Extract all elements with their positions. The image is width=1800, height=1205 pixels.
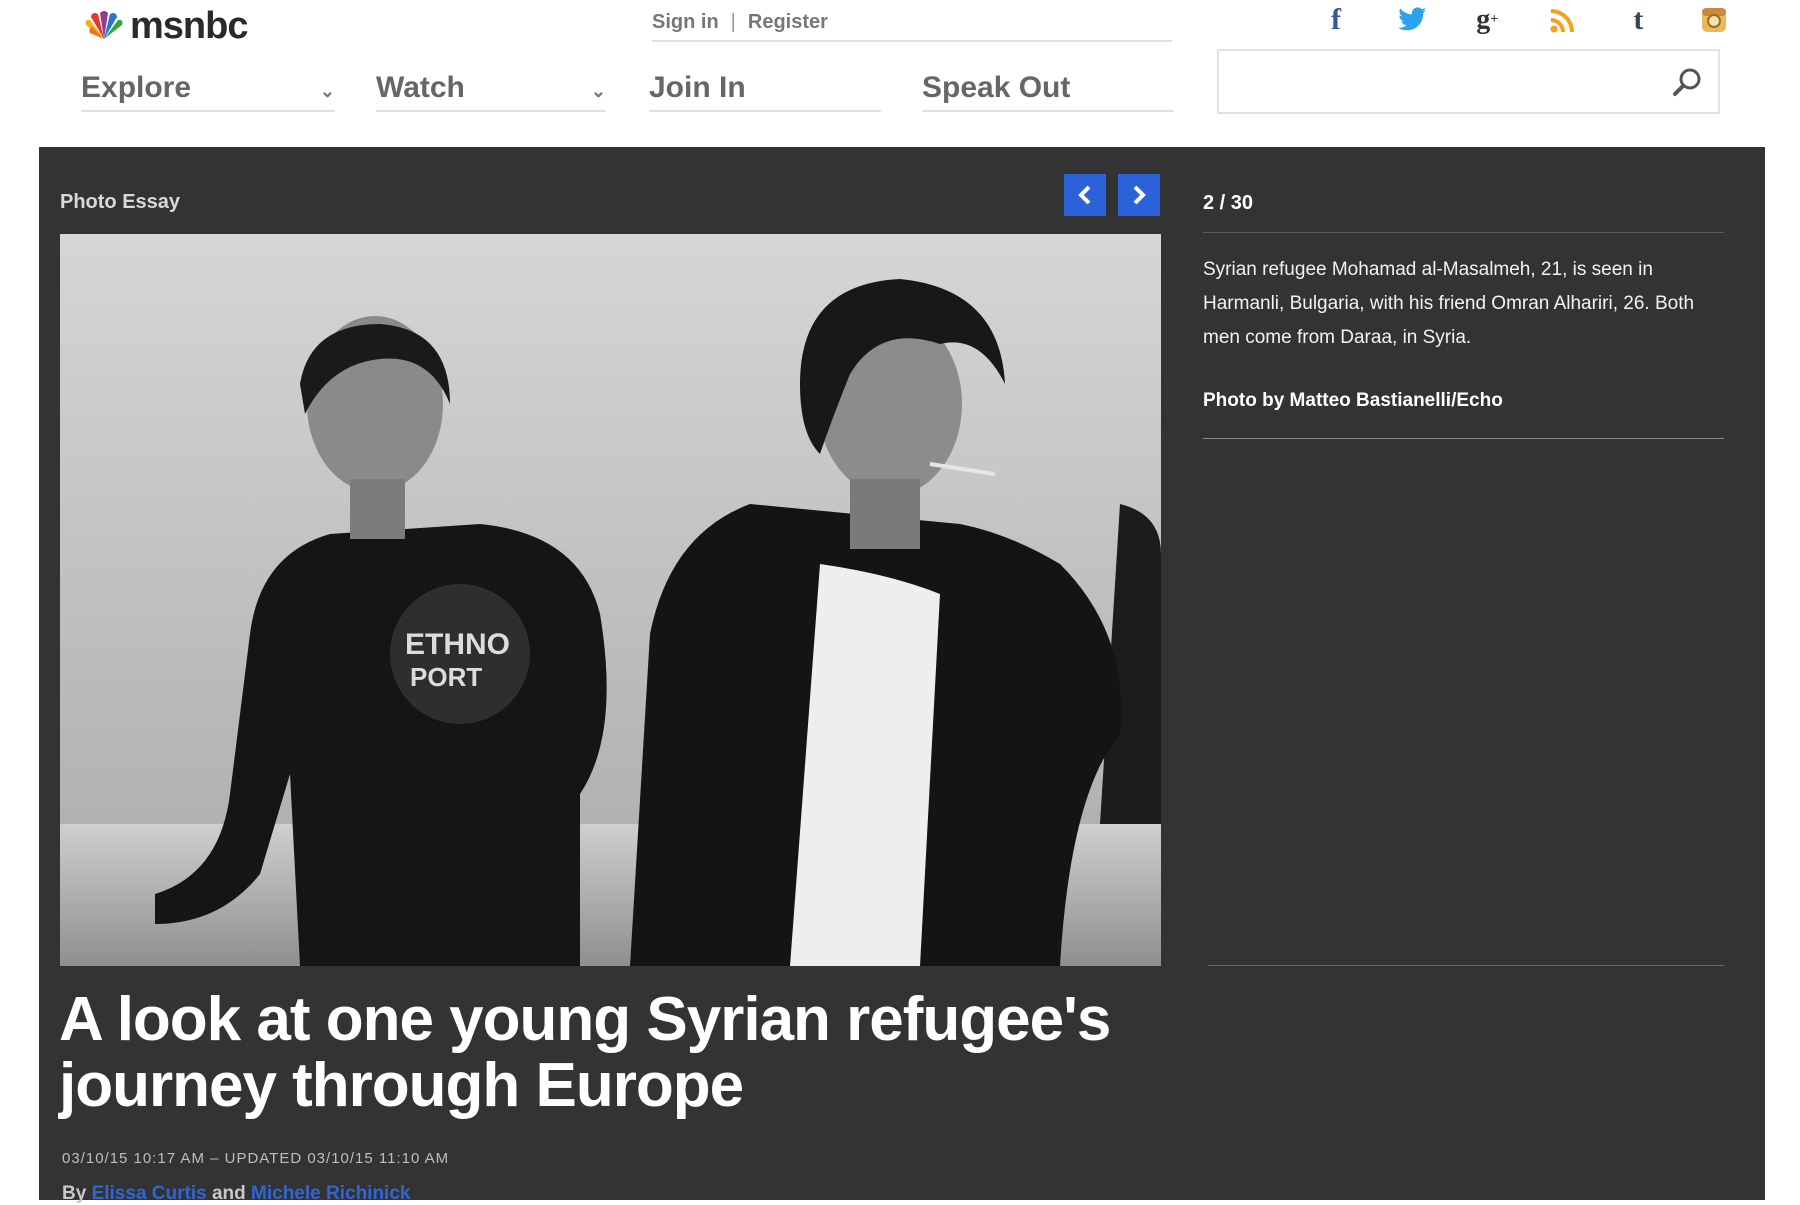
search-icon[interactable]: [1672, 67, 1702, 97]
nav-join-in[interactable]: Join In: [649, 66, 881, 112]
register-link[interactable]: Register: [748, 11, 828, 34]
gallery-photo[interactable]: ETHNO PORT: [60, 234, 1161, 966]
brand-name: msnbc: [130, 5, 248, 47]
photo-caption: Syrian refugee Mohamad al-Masalmeh, 21, …: [1203, 259, 1695, 348]
twitter-icon[interactable]: [1396, 4, 1428, 36]
nav-watch-label: Watch: [376, 71, 465, 104]
nav-join-in-label: Join In: [649, 71, 746, 104]
instagram-icon[interactable]: [1698, 4, 1730, 36]
divider: [1208, 965, 1724, 966]
author-link[interactable]: Elissa Curtis: [92, 1183, 207, 1204]
account-bar: Sign in | Register: [652, 4, 1172, 42]
byline-prefix: By: [62, 1183, 87, 1204]
facebook-icon[interactable]: f: [1320, 3, 1352, 36]
photo-essay-panel: Photo Essay ETHNO PORT A look at one you…: [39, 147, 1765, 1204]
section-label: Photo Essay: [60, 191, 181, 213]
social-links: f g + t: [1320, 0, 1730, 40]
chevron-left-icon: [1078, 185, 1091, 205]
next-photo-button[interactable]: [1118, 174, 1160, 216]
chevron-down-icon: ⌄: [590, 80, 606, 101]
nav-explore-label: Explore: [81, 71, 192, 104]
search-box: [1217, 49, 1720, 114]
photo-counter: 2 / 30: [1203, 192, 1254, 214]
divider: [1203, 232, 1724, 233]
search-input[interactable]: [1229, 51, 1653, 113]
google-plus-icon[interactable]: g +: [1471, 4, 1503, 36]
byline-and: and: [211, 1183, 246, 1204]
photo-credit: Photo by Matteo Bastianelli/Echo: [1203, 390, 1503, 411]
article-headline: A look at one young Syrian refugee's jou…: [59, 985, 1111, 1120]
divider: [1203, 438, 1724, 439]
refugee-photo-illustration: ETHNO PORT: [60, 234, 1161, 966]
peacock-icon: [85, 11, 123, 39]
chevron-right-icon: [1133, 185, 1146, 205]
chevron-down-icon: ⌄: [319, 80, 335, 101]
tumblr-icon[interactable]: t: [1622, 3, 1654, 36]
nav-watch[interactable]: Watch ⌄: [376, 66, 606, 112]
byline: By Elissa Curtis and Michele Richinick: [62, 1183, 410, 1205]
sign-in-link[interactable]: Sign in: [652, 11, 719, 34]
previous-photo-button[interactable]: [1064, 174, 1106, 216]
author-link[interactable]: Michele Richinick: [251, 1183, 410, 1204]
nav-speak-out[interactable]: Speak Out: [922, 66, 1174, 112]
nav-speak-out-label: Speak Out: [922, 71, 1071, 104]
svg-text:ETHNO: ETHNO: [405, 628, 510, 661]
article-timestamp: 03/10/15 10:17 AM – UPDATED 03/10/15 11:…: [62, 1150, 450, 1167]
rss-icon[interactable]: [1547, 4, 1579, 36]
account-separator: |: [730, 10, 736, 33]
svg-text:PORT: PORT: [410, 662, 482, 692]
msnbc-logo[interactable]: msnbc: [82, 5, 248, 47]
nav-explore[interactable]: Explore ⌄: [81, 66, 335, 112]
